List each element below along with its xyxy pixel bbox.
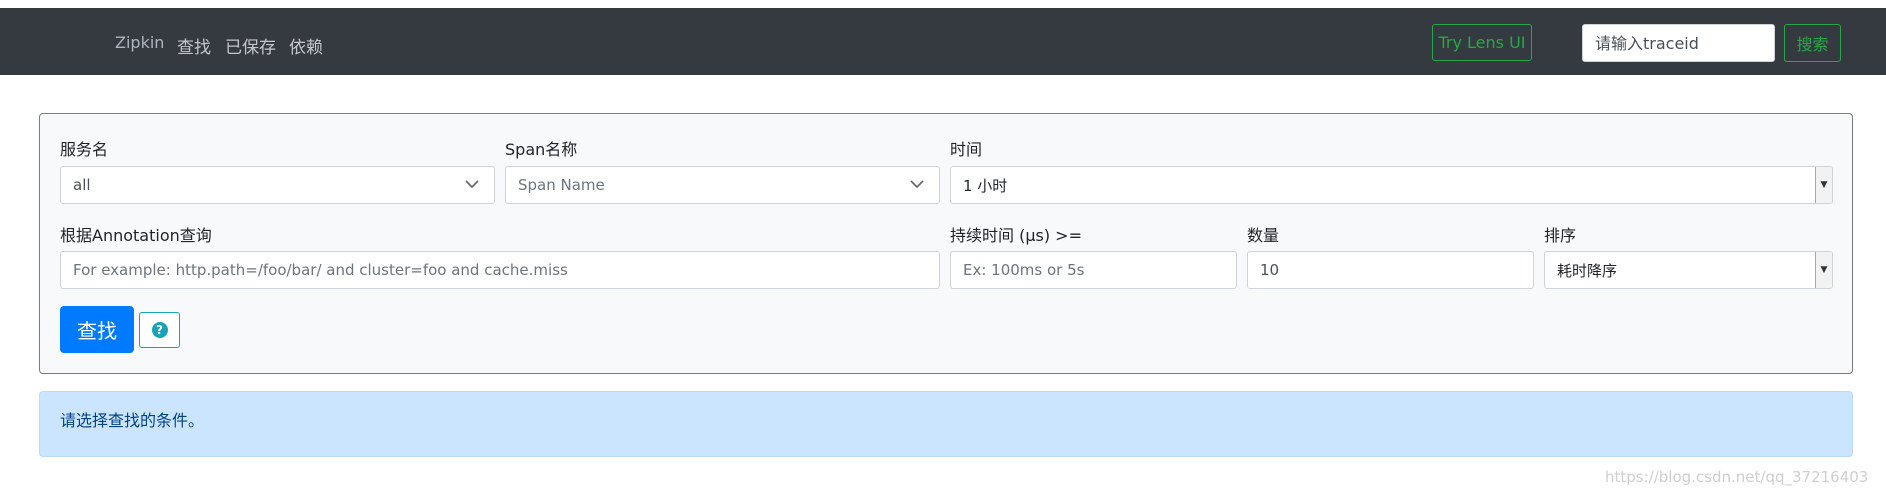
sort-order-select[interactable]: 耗时降序 ▼ <box>1544 251 1833 289</box>
min-duration-placeholder: Ex: 100ms or 5s <box>963 261 1085 279</box>
browser-top-strip <box>0 0 1886 8</box>
limit-input[interactable]: 10 <box>1247 251 1534 289</box>
service-name-label: 服务名 <box>60 140 109 159</box>
annotation-query-placeholder: For example: http.path=/foo/bar/ and clu… <box>73 261 568 279</box>
alert-message: 请选择查找的条件。 <box>60 411 205 430</box>
nav-link-dependencies[interactable]: 依赖 <box>289 33 323 58</box>
service-name-value: all <box>73 176 91 194</box>
traceid-search-button[interactable]: 搜索 <box>1784 24 1841 62</box>
span-name-label: Span名称 <box>505 140 578 159</box>
span-name-select[interactable]: Span Name <box>505 166 940 204</box>
top-navbar: Zipkin 查找 已保存 依赖 Try Lens UI 搜索 <box>0 8 1886 75</box>
min-duration-input[interactable]: Ex: 100ms or 5s <box>950 251 1237 289</box>
brand-logo[interactable]: Zipkin <box>115 33 164 52</box>
sort-order-value: 耗时降序 <box>1557 261 1618 280</box>
question-circle-icon: ? <box>151 322 168 338</box>
time-range-select[interactable]: 1 小时 ▼ <box>950 166 1833 204</box>
sort-label: 排序 <box>1544 226 1577 245</box>
find-traces-button[interactable]: 查找 <box>60 306 134 353</box>
traceid-input[interactable] <box>1582 24 1775 62</box>
select-arrow-icon: ▼ <box>1815 252 1832 288</box>
try-lens-ui-button[interactable]: Try Lens UI <box>1432 24 1532 61</box>
info-alert: 请选择查找的条件。 <box>39 391 1853 457</box>
limit-value: 10 <box>1260 261 1280 279</box>
search-form-card <box>39 113 1853 374</box>
nav-link-find[interactable]: 查找 <box>177 33 211 58</box>
select-arrow-icon: ▼ <box>1815 167 1832 203</box>
help-button[interactable]: ? <box>139 312 180 348</box>
annotation-query-label: 根据Annotation查询 <box>60 226 212 245</box>
span-name-value: Span Name <box>518 176 605 194</box>
time-label: 时间 <box>950 140 983 159</box>
annotation-query-input[interactable]: For example: http.path=/foo/bar/ and clu… <box>60 251 940 289</box>
limit-label: 数量 <box>1247 226 1280 245</box>
nav-link-saved[interactable]: 已保存 <box>225 33 276 58</box>
service-name-select[interactable]: all <box>60 166 495 204</box>
time-range-value: 1 小时 <box>963 176 1008 195</box>
duration-label: 持续时间 (μs) >= <box>950 226 1082 245</box>
chevron-down-icon <box>465 180 479 189</box>
watermark-text: https://blog.csdn.net/qq_37216403 <box>1605 468 1869 486</box>
chevron-down-icon <box>910 180 924 189</box>
